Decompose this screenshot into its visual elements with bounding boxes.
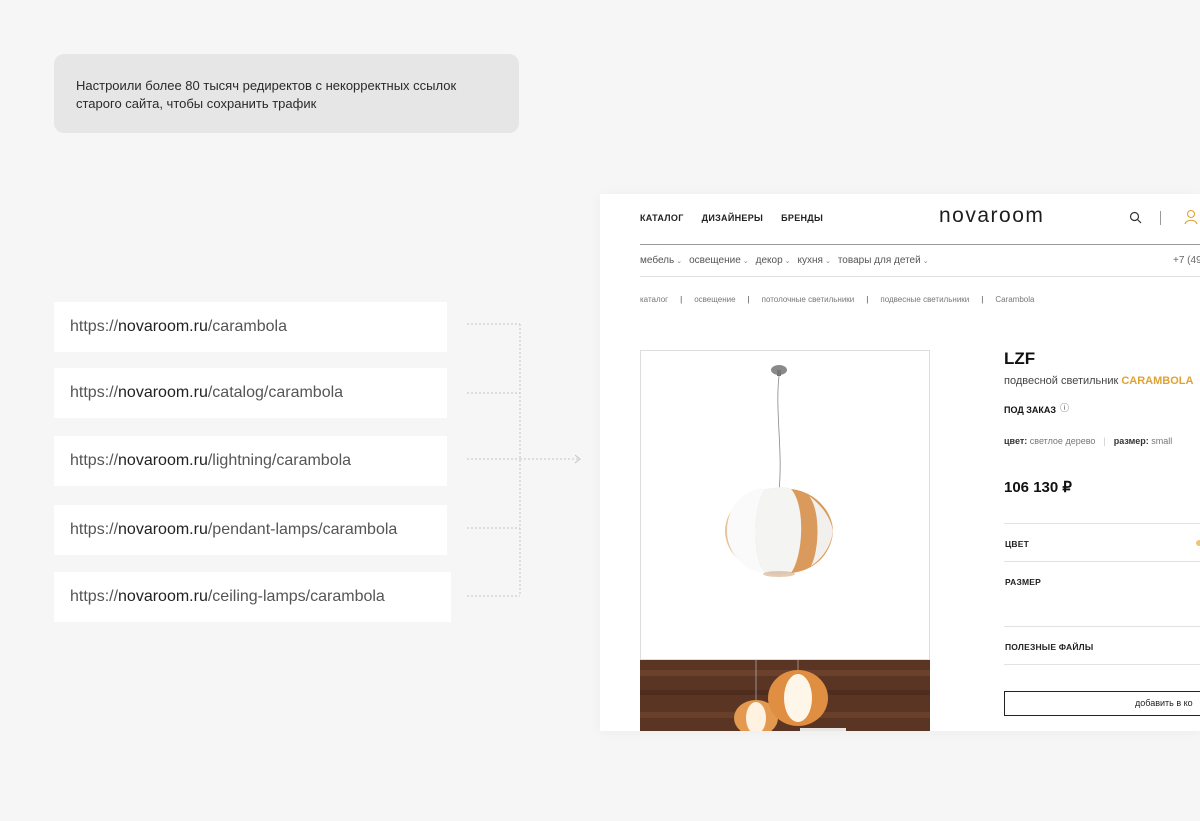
site-logo[interactable]: novaroom [939, 204, 1044, 228]
size-value: small [1151, 436, 1173, 446]
product-name: CARAMBOLA [1121, 375, 1194, 387]
nav-catalog[interactable]: КАТАЛОГ [640, 213, 684, 223]
phone-number[interactable]: +7 (49 [1173, 255, 1200, 266]
header-divider [1160, 211, 1161, 225]
option-files[interactable]: ПОЛЕЗНЫЕ ФАЙЛЫ [1005, 642, 1093, 652]
nav-brands[interactable]: БРЕНДЫ [781, 213, 823, 223]
user-icon[interactable] [1184, 209, 1198, 225]
cat-kitchen[interactable]: кухня ⌄ [798, 255, 831, 266]
website-preview: КАТАЛОГ ДИЗАЙНЕРЫ БРЕНДЫ novaroom мебель… [600, 194, 1200, 731]
add-to-cart-button[interactable]: добавить в ко [1004, 691, 1200, 716]
nav-rule [640, 276, 1200, 277]
size-label: размер: [1113, 436, 1149, 446]
option-color[interactable]: ЦВЕТ [1005, 539, 1029, 549]
color-value: светлое дерево [1029, 436, 1096, 446]
category-nav: мебель ⌄ освещение ⌄ декор ⌄ кухня ⌄ товары … [640, 255, 929, 266]
chevron-down-icon: ⌄ [922, 258, 929, 265]
crumb[interactable]: подвесные светильники [880, 295, 969, 304]
top-nav: КАТАЛОГ ДИЗАЙНЕРЫ БРЕНДЫ [640, 213, 823, 223]
crumb[interactable]: освещение [694, 295, 735, 304]
product-image[interactable] [640, 350, 930, 660]
color-swatch[interactable] [1196, 540, 1200, 546]
divider [1004, 561, 1200, 562]
crumb[interactable]: потолочные светильники [762, 295, 855, 304]
divider [1004, 626, 1200, 627]
product-brand[interactable]: LZF [1004, 349, 1035, 369]
search-icon[interactable] [1129, 211, 1142, 224]
info-icon[interactable]: ⓘ [1060, 401, 1069, 414]
product-attributes: цвет: светлое дерево | размер: small [1004, 436, 1173, 446]
chevron-down-icon: ⌄ [784, 258, 791, 265]
cat-decor[interactable]: декор ⌄ [756, 255, 791, 266]
breadcrumb: каталог | освещение | потолочные светильни… [640, 295, 1035, 304]
nav-designers[interactable]: ДИЗАЙНЕРЫ [702, 213, 764, 223]
product-price: 106 130 ₽ [1004, 479, 1072, 496]
chevron-down-icon: ⌄ [824, 258, 831, 265]
cat-furniture[interactable]: мебель ⌄ [640, 255, 682, 266]
product-image-interior[interactable] [640, 660, 930, 731]
crumb-current: Carambola [995, 295, 1035, 304]
header-rule [640, 244, 1200, 245]
chevron-down-icon: ⌄ [676, 258, 683, 265]
product-type: подвесной светильник [1004, 375, 1119, 387]
cat-lighting[interactable]: освещение ⌄ [689, 255, 749, 266]
divider [1004, 523, 1200, 524]
availability-status: ПОД ЗАКАЗ [1004, 405, 1057, 415]
product-subtitle: подвесной светильник CARAMBOLA [1004, 375, 1193, 387]
crumb[interactable]: каталог [640, 295, 668, 304]
cat-kids[interactable]: товары для детей ⌄ [838, 255, 929, 266]
divider [1004, 664, 1200, 665]
chevron-down-icon: ⌄ [742, 258, 749, 265]
color-label: цвет: [1004, 436, 1028, 446]
option-size[interactable]: РАЗМЕР [1005, 577, 1041, 587]
